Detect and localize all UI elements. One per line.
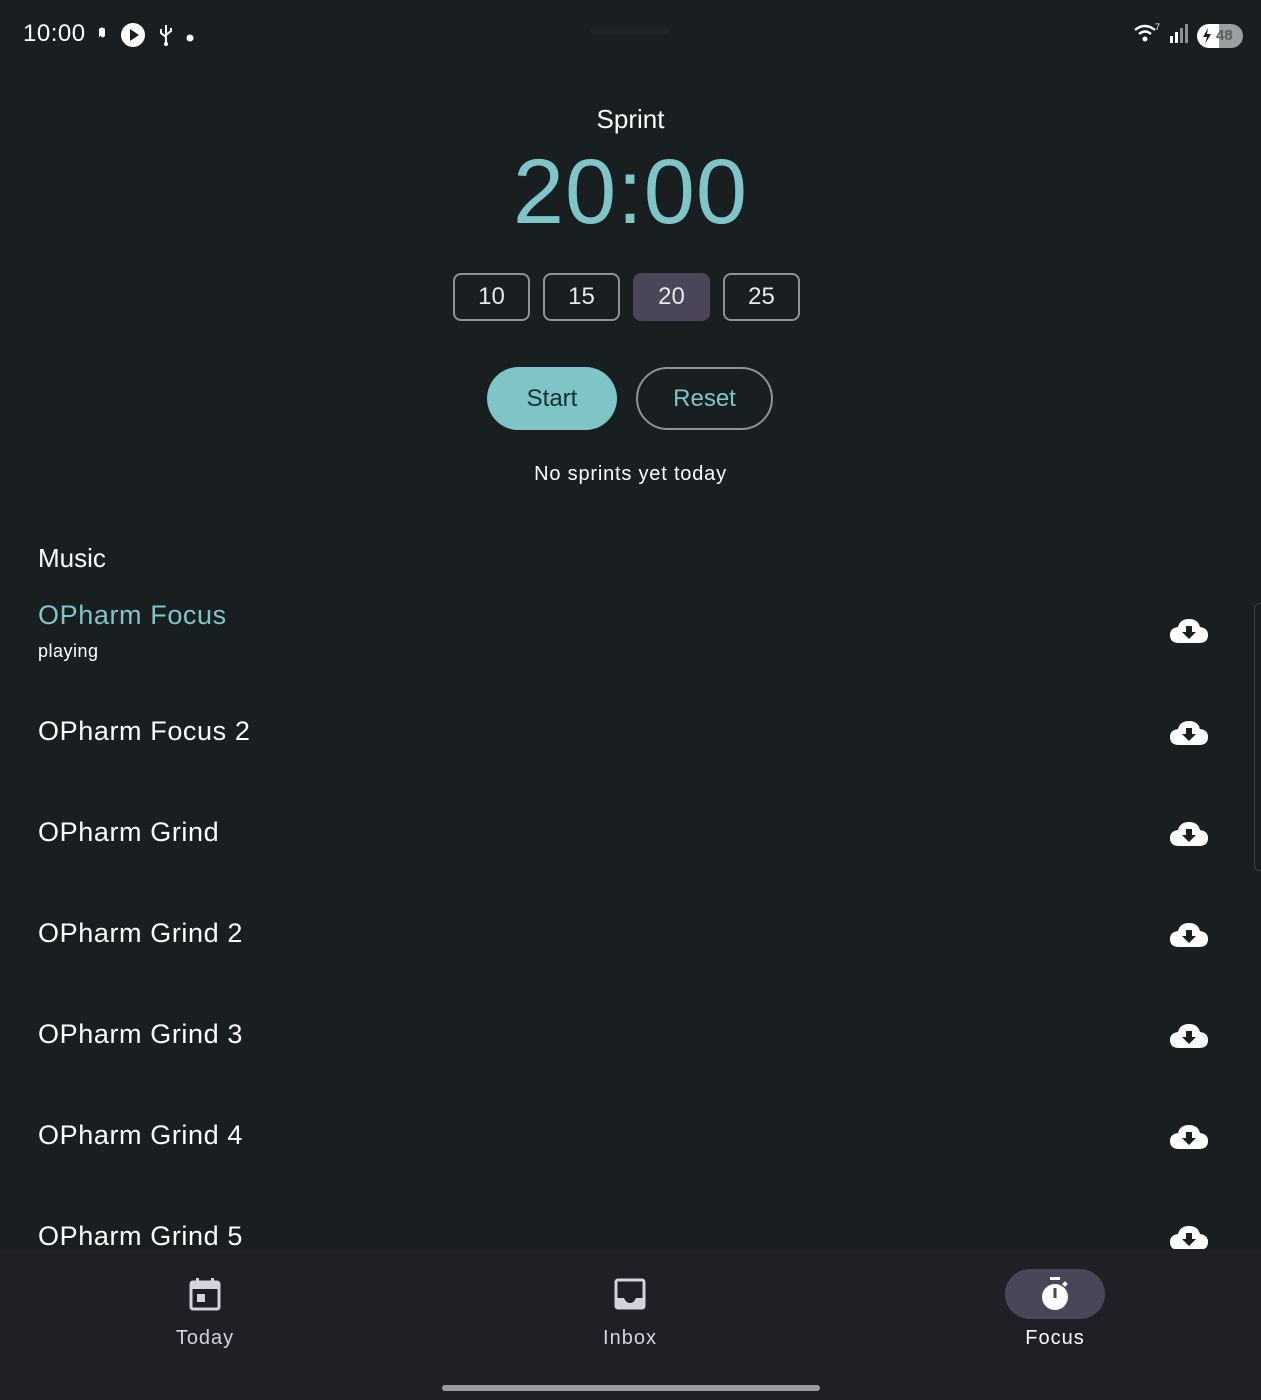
status-icons-left <box>96 22 194 53</box>
download-button[interactable] <box>1167 1120 1211 1154</box>
battery-level: 48 <box>1216 27 1233 44</box>
track-item[interactable]: OPharm Grind 4 <box>38 1085 1211 1186</box>
cloud-download-icon <box>1170 1024 1208 1048</box>
download-button[interactable] <box>1167 817 1211 851</box>
duration-selector: 10 15 20 25 <box>453 273 800 321</box>
dot-icon <box>186 29 194 47</box>
battery-icon: 48 <box>1197 23 1243 48</box>
svg-text:7: 7 <box>1155 22 1160 32</box>
nav-item-focus[interactable]: Focus <box>955 1269 1155 1350</box>
scroll-indicator[interactable] <box>1254 603 1261 871</box>
cloud-download-icon <box>1170 1125 1208 1149</box>
download-button[interactable] <box>1167 614 1211 648</box>
notification-icon <box>96 26 108 49</box>
duration-chip-10[interactable]: 10 <box>453 273 530 321</box>
cloud-download-icon <box>1170 619 1208 643</box>
status-icons-right: 7 48 <box>1133 22 1243 49</box>
track-title: OPharm Grind 3 <box>38 1019 243 1049</box>
track-item[interactable]: OPharm Focus 2 <box>38 681 1211 782</box>
track-item[interactable]: OPharm Grind <box>38 782 1211 883</box>
nav-label: Inbox <box>603 1327 657 1349</box>
track-title: OPharm Grind 2 <box>38 918 243 948</box>
track-title: OPharm Grind 5 <box>38 1221 243 1251</box>
signal-icon <box>1169 22 1189 49</box>
download-button[interactable] <box>1167 1019 1211 1053</box>
download-button[interactable] <box>1167 918 1211 952</box>
cloud-download-icon <box>1170 721 1208 745</box>
calendar-icon <box>155 1269 255 1319</box>
track-item[interactable]: OPharm Focus playing <box>38 580 1211 681</box>
track-title: OPharm Focus 2 <box>38 716 251 746</box>
inbox-icon <box>580 1269 680 1319</box>
track-title: OPharm Focus <box>38 600 227 630</box>
cloud-download-icon <box>1170 822 1208 846</box>
timer-icon <box>1005 1269 1105 1319</box>
duration-chip-20[interactable]: 20 <box>633 273 710 321</box>
camera-notch <box>590 28 670 34</box>
play-icon <box>120 22 146 53</box>
nav-label: Today <box>175 1327 235 1349</box>
sprint-title: Sprint <box>596 104 665 134</box>
wifi-icon: 7 <box>1133 22 1161 49</box>
sprint-status-text: No sprints yet today <box>534 463 727 485</box>
usb-icon <box>158 23 174 52</box>
sprint-actions: Start Reset <box>487 367 773 430</box>
track-item[interactable]: OPharm Grind 3 <box>38 984 1211 1085</box>
download-button[interactable] <box>1167 716 1211 750</box>
track-title: OPharm Grind 4 <box>38 1120 243 1150</box>
track-title: OPharm Grind <box>38 817 220 847</box>
track-item[interactable]: OPharm Grind 2 <box>38 883 1211 984</box>
start-button[interactable]: Start <box>487 367 617 430</box>
bottom-navigation: Today Inbox Focus <box>0 1249 1261 1400</box>
nav-item-inbox[interactable]: Inbox <box>530 1269 730 1350</box>
duration-chip-25[interactable]: 25 <box>723 273 800 321</box>
reset-button[interactable]: Reset <box>636 367 773 430</box>
cloud-download-icon <box>1170 923 1208 947</box>
nav-label: Focus <box>1025 1327 1085 1349</box>
sprint-timer: 20:00 <box>512 141 749 243</box>
cloud-download-icon <box>1170 1226 1208 1250</box>
duration-chip-15[interactable]: 15 <box>543 273 620 321</box>
status-time: 10:00 <box>23 20 86 47</box>
nav-item-today[interactable]: Today <box>105 1269 305 1350</box>
music-header: Music <box>38 543 106 573</box>
home-indicator[interactable] <box>442 1385 820 1391</box>
track-status: playing <box>38 641 99 661</box>
status-bar: 10:00 7 48 <box>0 0 1261 70</box>
